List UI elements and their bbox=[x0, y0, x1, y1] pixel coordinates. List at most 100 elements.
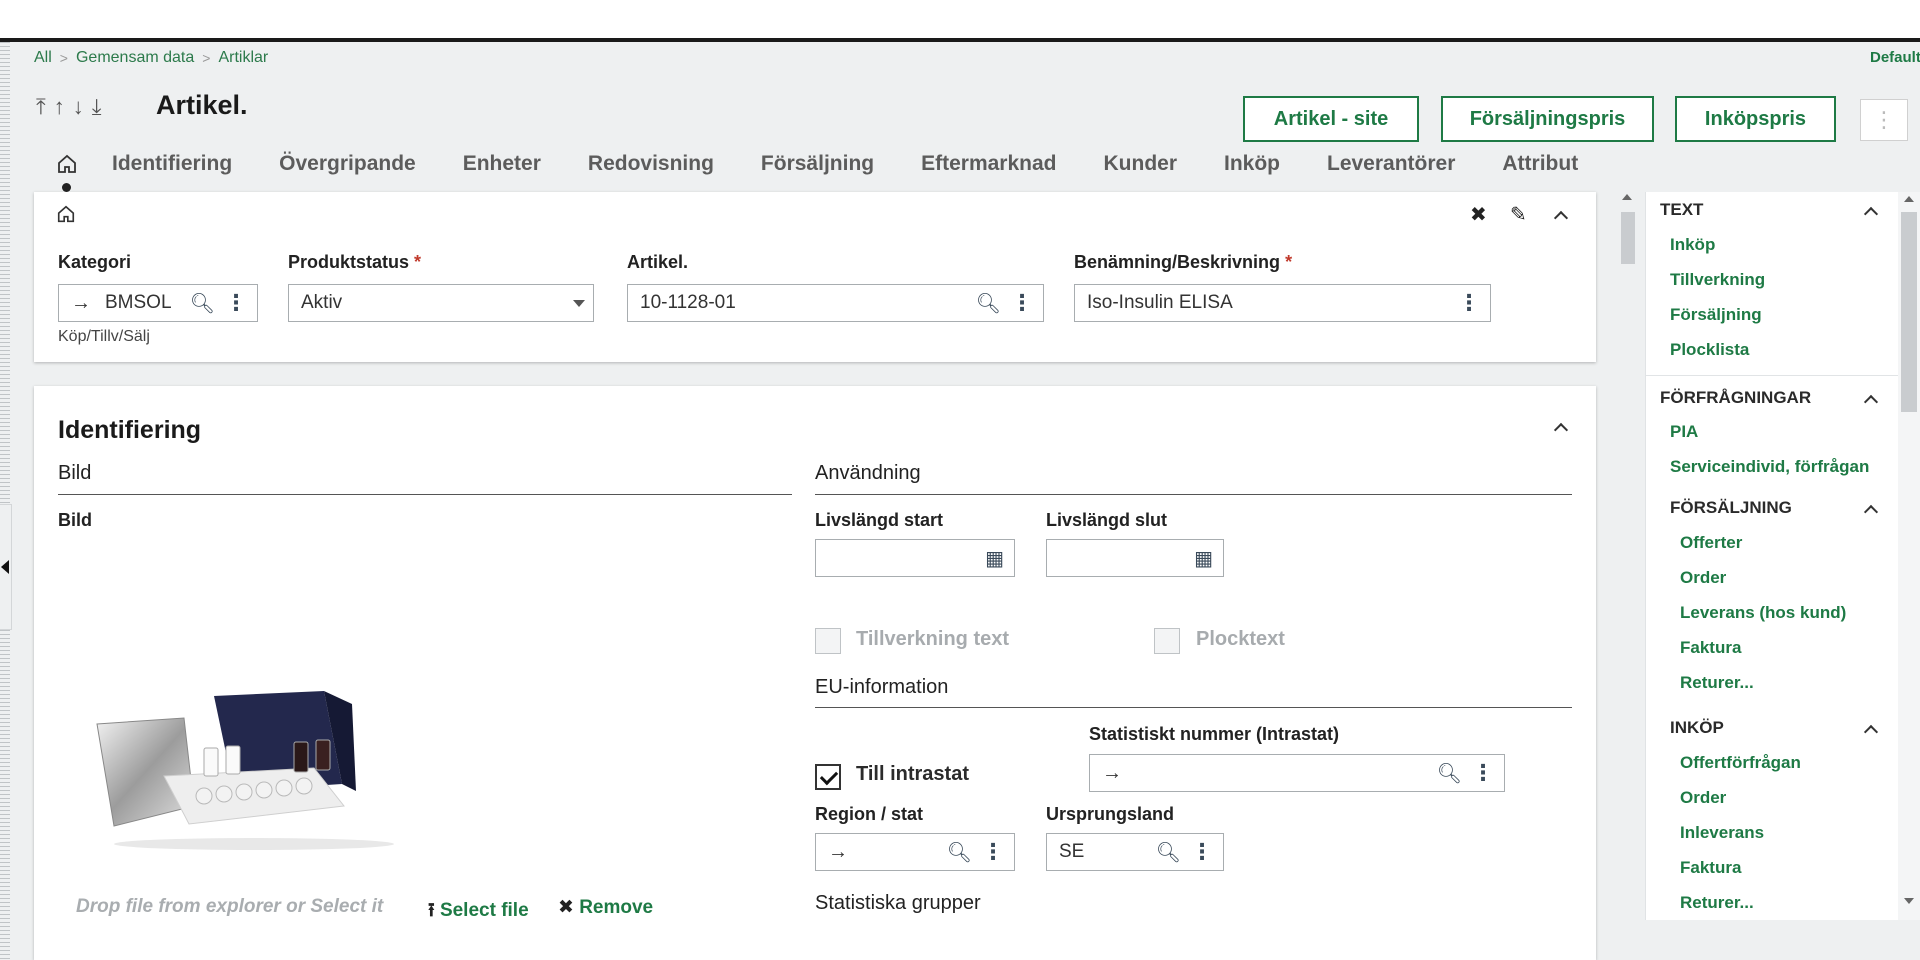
link-offertforfragan[interactable]: Offertförfrågan bbox=[1680, 753, 1801, 773]
collapse-icon[interactable] bbox=[1553, 422, 1569, 440]
breadcrumb-item-artiklar[interactable]: Artiklar bbox=[218, 49, 268, 67]
kebab-menu-icon[interactable]: ⋮ bbox=[1458, 292, 1480, 314]
search-icon[interactable]: 🔍︎ bbox=[947, 840, 972, 865]
breadcrumb-item-all[interactable]: All bbox=[34, 49, 52, 67]
previous-record-icon[interactable]: ↑ bbox=[54, 94, 65, 120]
tab-leverantorer[interactable]: Leverantörer bbox=[1327, 152, 1455, 176]
chevron-down-icon bbox=[573, 299, 585, 307]
context-label[interactable]: Default bbox=[1870, 49, 1920, 66]
edit-icon[interactable]: ✎ bbox=[1510, 202, 1527, 227]
ursprungsland-field[interactable]: SE 🔍︎ ⋮ bbox=[1046, 833, 1224, 871]
kebab-menu-icon[interactable]: ⋮ bbox=[1472, 762, 1494, 784]
next-record-icon[interactable]: ↓ bbox=[73, 94, 84, 120]
statistiskt-nummer-field[interactable]: → 🔍︎ ⋮ bbox=[1089, 754, 1505, 792]
benamning-value: Iso-Insulin ELISA bbox=[1087, 292, 1233, 313]
last-record-icon[interactable]: ⤓ bbox=[92, 94, 102, 120]
link-faktura[interactable]: Faktura bbox=[1680, 638, 1741, 658]
tab-overgripande[interactable]: Övergripande bbox=[279, 152, 416, 176]
eu-information-heading: EU-information bbox=[815, 676, 949, 698]
search-icon[interactable]: 🔍︎ bbox=[190, 291, 215, 316]
livslangd-slut-field[interactable]: ▦ bbox=[1046, 539, 1224, 577]
artikel-site-button[interactable]: Artikel - site bbox=[1243, 96, 1419, 142]
link-leverans[interactable]: Leverans (hos kund) bbox=[1680, 603, 1846, 623]
link-serviceindivid[interactable]: Serviceindivid, förfrågan bbox=[1670, 457, 1869, 477]
scroll-up-icon[interactable] bbox=[1622, 194, 1632, 200]
calendar-icon[interactable]: ▦ bbox=[985, 546, 1004, 571]
region-field[interactable]: → 🔍︎ ⋮ bbox=[815, 833, 1015, 871]
arrow-right-icon: → bbox=[1102, 761, 1122, 784]
link-text-plocklista[interactable]: Plocklista bbox=[1670, 340, 1749, 360]
collapse-icon[interactable] bbox=[1863, 504, 1879, 522]
tillverkning-text-checkbox[interactable] bbox=[815, 628, 841, 654]
close-icon: ✖ bbox=[558, 897, 574, 918]
kebab-menu-icon[interactable]: ⋮ bbox=[225, 292, 247, 314]
kebab-menu-icon[interactable]: ⋮ bbox=[1011, 292, 1033, 314]
link-returer[interactable]: Returer... bbox=[1680, 673, 1754, 693]
pin-icon[interactable]: ✖ bbox=[1470, 202, 1487, 227]
text-section-heading[interactable]: TEXT bbox=[1660, 200, 1703, 220]
link-order[interactable]: Order bbox=[1680, 568, 1726, 588]
remove-button[interactable]: ✖ Remove bbox=[558, 896, 653, 919]
search-icon[interactable]: 🔍︎ bbox=[976, 291, 1001, 316]
inkopspris-button[interactable]: Inköpspris bbox=[1675, 96, 1836, 142]
main-scrollbar[interactable] bbox=[1618, 192, 1638, 920]
breadcrumb: All > Gemensam data > Artiklar bbox=[34, 49, 268, 67]
tab-attribut[interactable]: Attribut bbox=[1502, 152, 1578, 176]
side-panel-toggle[interactable] bbox=[0, 504, 12, 630]
link-inkop-faktura[interactable]: Faktura bbox=[1680, 858, 1741, 878]
tab-enheter[interactable]: Enheter bbox=[463, 152, 541, 176]
collapse-icon[interactable] bbox=[1863, 724, 1879, 742]
link-text-forsaljning[interactable]: Försäljning bbox=[1670, 305, 1762, 325]
forsaljning-heading[interactable]: FÖRSÄLJNING bbox=[1670, 498, 1792, 518]
page-title: Artikel. bbox=[156, 90, 248, 120]
forfragningar-heading[interactable]: FÖRFRÅGNINGAR bbox=[1660, 388, 1811, 408]
kebab-menu-icon[interactable]: ⋮ bbox=[1191, 841, 1213, 863]
search-icon[interactable]: 🔍︎ bbox=[1156, 840, 1181, 865]
product-image bbox=[94, 656, 414, 866]
benamning-field[interactable]: Iso-Insulin ELISA ⋮ bbox=[1074, 284, 1491, 322]
select-file-button[interactable]: ⭱ Select file bbox=[428, 896, 529, 928]
till-intrastat-checkbox[interactable] bbox=[815, 764, 841, 790]
scroll-down-icon[interactable] bbox=[1904, 898, 1914, 904]
tab-identifiering[interactable]: Identifiering bbox=[112, 152, 232, 176]
link-inkop-order[interactable]: Order bbox=[1680, 788, 1726, 808]
more-actions-button[interactable]: ⋮ bbox=[1860, 99, 1908, 141]
breadcrumb-item-gemensam-data[interactable]: Gemensam data bbox=[76, 49, 194, 67]
link-inkop-returer[interactable]: Returer... bbox=[1680, 893, 1754, 913]
benamning-label: Benämning/Beskrivning * bbox=[1074, 252, 1293, 272]
statistiska-grupper-heading: Statistiska grupper bbox=[815, 892, 981, 914]
statistiskt-nummer-label: Statistiskt nummer (Intrastat) bbox=[1089, 724, 1340, 744]
kategori-label: Kategori bbox=[58, 252, 132, 272]
tab-inkop[interactable]: Inköp bbox=[1224, 152, 1280, 176]
link-inleverans[interactable]: Inleverans bbox=[1680, 823, 1764, 843]
collapse-icon[interactable] bbox=[1863, 206, 1879, 224]
inkop-heading[interactable]: INKÖP bbox=[1670, 718, 1724, 738]
home-tab-icon[interactable] bbox=[56, 153, 78, 175]
tab-eftermarknad[interactable]: Eftermarknad bbox=[921, 152, 1056, 176]
scroll-thumb[interactable] bbox=[1621, 212, 1635, 264]
kebab-menu-icon[interactable]: ⋮ bbox=[982, 841, 1004, 863]
forsaljningspris-button[interactable]: Försäljningspris bbox=[1441, 96, 1654, 142]
right-panel-scrollbar[interactable] bbox=[1898, 192, 1920, 920]
link-pia[interactable]: PIA bbox=[1670, 422, 1698, 442]
link-text-tillverkning[interactable]: Tillverkning bbox=[1670, 270, 1765, 290]
search-icon[interactable]: 🔍︎ bbox=[1437, 761, 1462, 786]
scroll-up-icon[interactable] bbox=[1904, 196, 1914, 202]
plocktext-checkbox[interactable] bbox=[1154, 628, 1180, 654]
link-text-inkop[interactable]: Inköp bbox=[1670, 235, 1715, 255]
tab-forsaljning[interactable]: Försäljning bbox=[761, 152, 874, 176]
scroll-thumb[interactable] bbox=[1901, 212, 1917, 412]
collapse-icon[interactable] bbox=[1553, 210, 1569, 228]
produktstatus-select[interactable]: Aktiv bbox=[288, 284, 594, 322]
artikel-field[interactable]: 10-1128-01 🔍︎ ⋮ bbox=[627, 284, 1044, 322]
tab-redovisning[interactable]: Redovisning bbox=[588, 152, 714, 176]
link-offerter[interactable]: Offerter bbox=[1680, 533, 1742, 553]
first-record-icon[interactable]: ⤒ bbox=[36, 94, 46, 120]
livslangd-start-label: Livslängd start bbox=[815, 510, 944, 530]
bild-section-heading: Bild bbox=[58, 462, 92, 484]
kategori-field[interactable]: → BMSOL 🔍︎ ⋮ bbox=[58, 284, 258, 322]
livslangd-start-field[interactable]: ▦ bbox=[815, 539, 1015, 577]
calendar-icon[interactable]: ▦ bbox=[1194, 546, 1213, 571]
tab-kunder[interactable]: Kunder bbox=[1104, 152, 1178, 176]
collapse-icon[interactable] bbox=[1863, 394, 1879, 412]
